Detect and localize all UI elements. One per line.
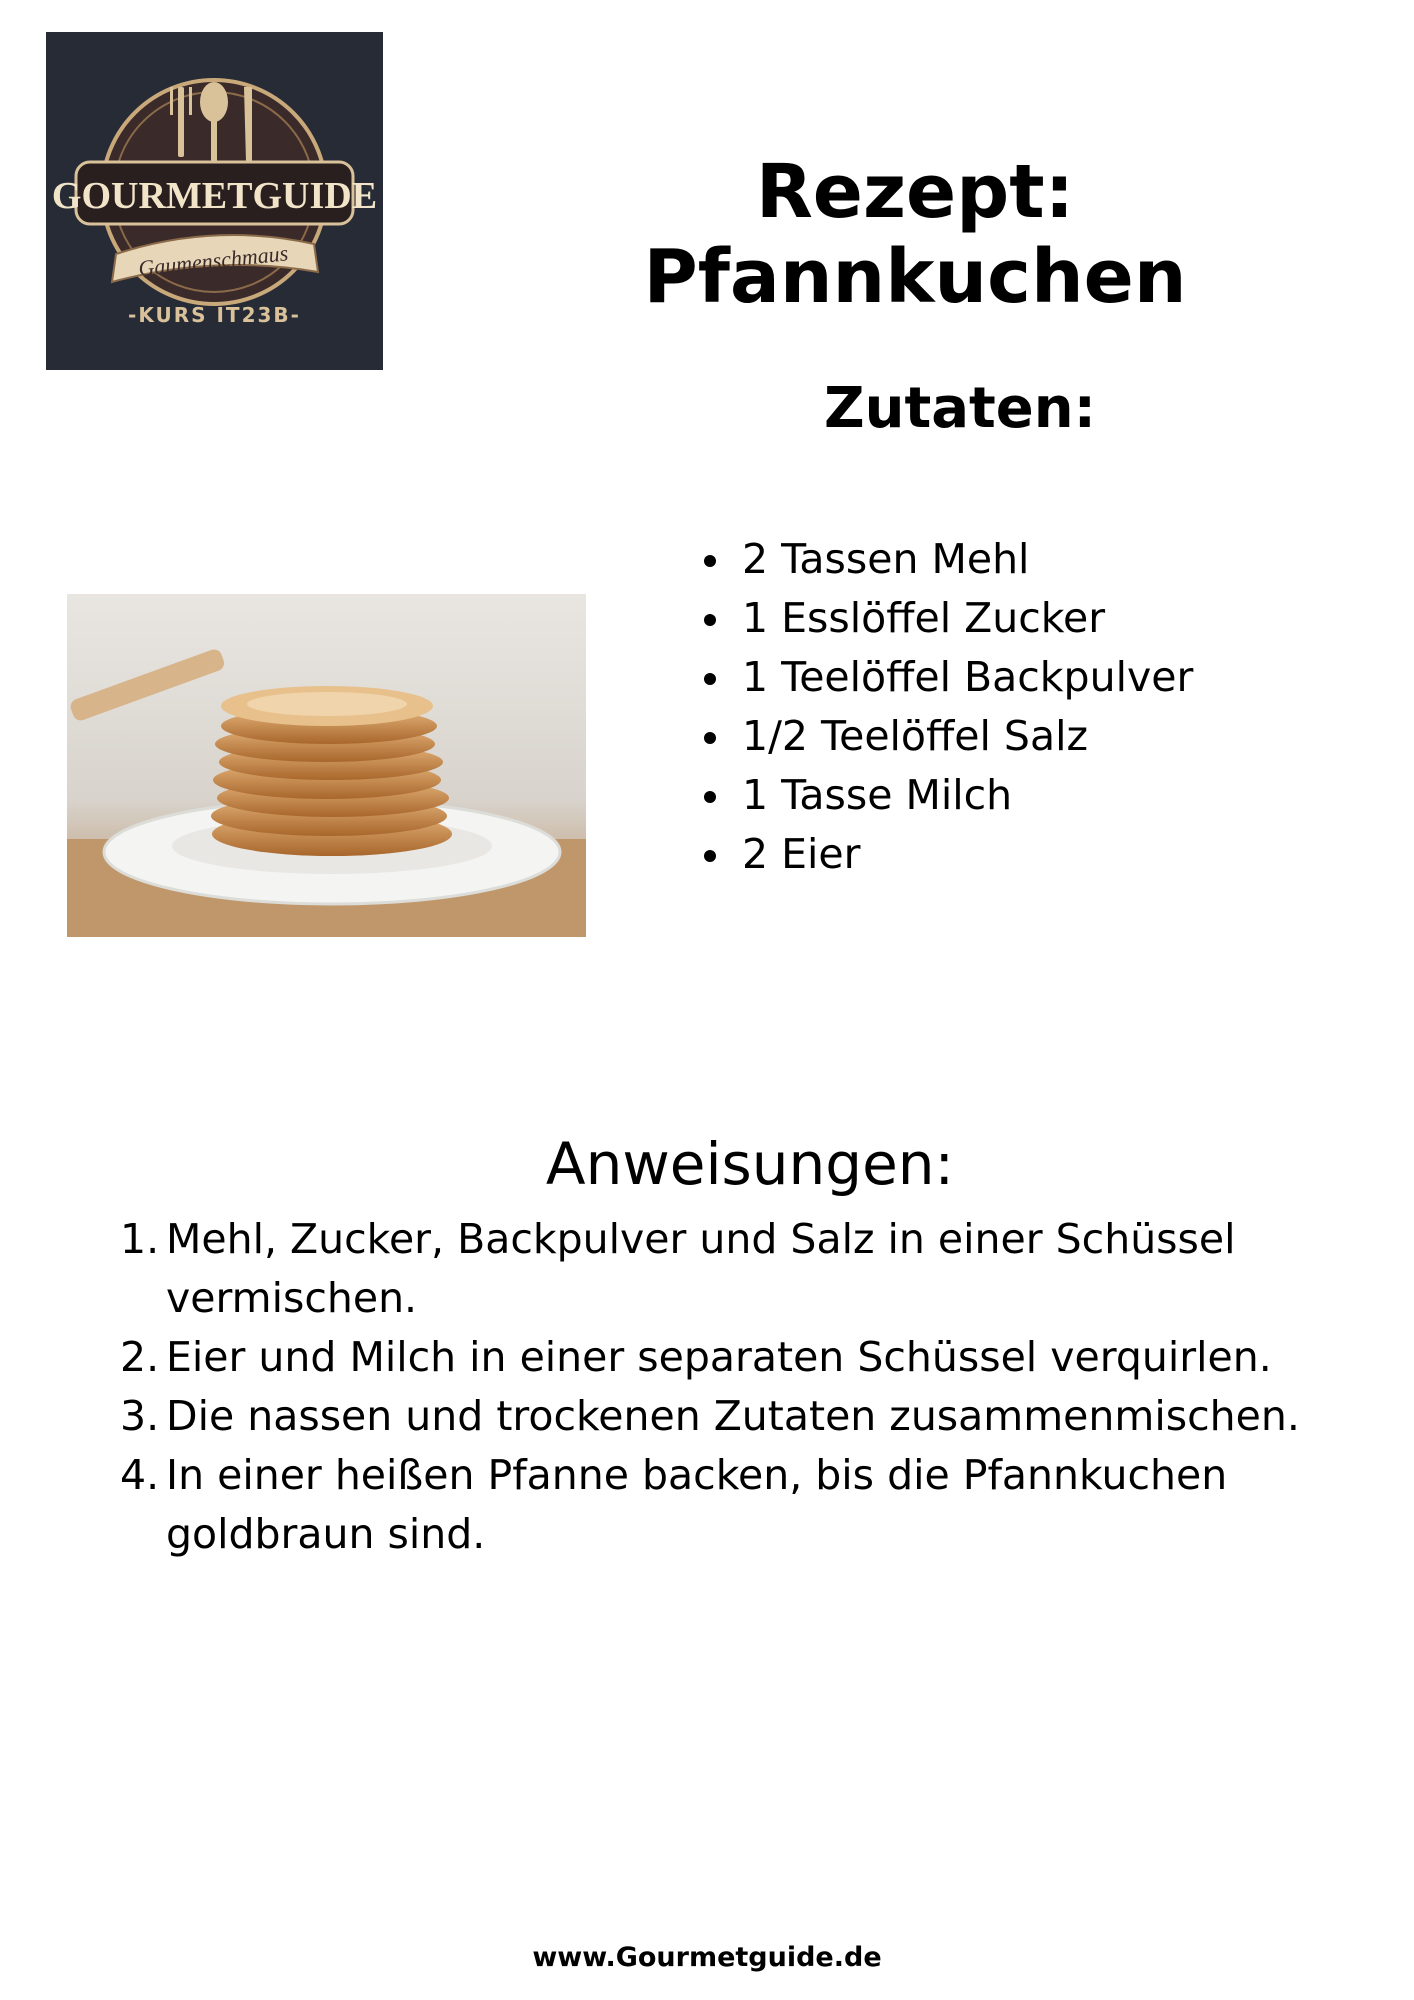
instruction-step: 3. Die nassen und trockenen Zutaten zusa…	[120, 1387, 1320, 1446]
ingredient-item: 1 Esslöffel Zucker	[700, 589, 1193, 648]
page-title: Rezept: Pfannkuchen	[643, 149, 1187, 321]
step-number: 4.	[120, 1451, 160, 1499]
gourmetguide-logo: GOURMETGUIDE Gaumenschmaus -KURS IT23B-	[46, 32, 383, 370]
step-number: 2.	[120, 1333, 160, 1381]
logo-course: -KURS IT23B-	[128, 303, 301, 327]
instructions-heading: Anweisungen:	[545, 1130, 955, 1198]
ingredients-heading: Zutaten:	[823, 376, 1097, 441]
instruction-step: 2. Eier und Milch in einer separaten Sch…	[120, 1328, 1320, 1387]
step-text: In einer heißen Pfanne backen, bis die P…	[166, 1451, 1228, 1558]
logo-brand: GOURMETGUIDE	[52, 175, 377, 217]
ingredient-item: 1 Teelöffel Backpulver	[700, 648, 1193, 707]
ingredient-item: 2 Tassen Mehl	[700, 530, 1193, 589]
instructions-list: 1. Mehl, Zucker, Backpulver und Salz in …	[120, 1210, 1320, 1564]
footer-website-link[interactable]: www.Gourmetguide.de	[0, 1942, 1414, 1973]
ingredient-item: 1 Tasse Milch	[700, 766, 1193, 825]
instruction-step: 4. In einer heißen Pfanne backen, bis di…	[120, 1446, 1320, 1564]
ingredient-item: 1/2 Teelöffel Salz	[700, 707, 1193, 766]
step-number: 1.	[120, 1215, 160, 1263]
logo-emblem: GOURMETGUIDE Gaumenschmaus -KURS IT23B-	[52, 78, 377, 327]
ingredients-list: 2 Tassen Mehl 1 Esslöffel Zucker 1 Teelö…	[700, 530, 1193, 884]
pancake-stack-image	[67, 594, 586, 937]
instruction-step: 1. Mehl, Zucker, Backpulver und Salz in …	[120, 1210, 1320, 1328]
ingredient-item: 2 Eier	[700, 825, 1193, 884]
step-text: Mehl, Zucker, Backpulver und Salz in ein…	[166, 1215, 1236, 1322]
step-text: Eier und Milch in einer separaten Schüss…	[166, 1333, 1272, 1381]
step-text: Die nassen und trockenen Zutaten zusamme…	[166, 1392, 1300, 1440]
pancake-photo	[67, 594, 586, 937]
step-number: 3.	[120, 1392, 160, 1440]
